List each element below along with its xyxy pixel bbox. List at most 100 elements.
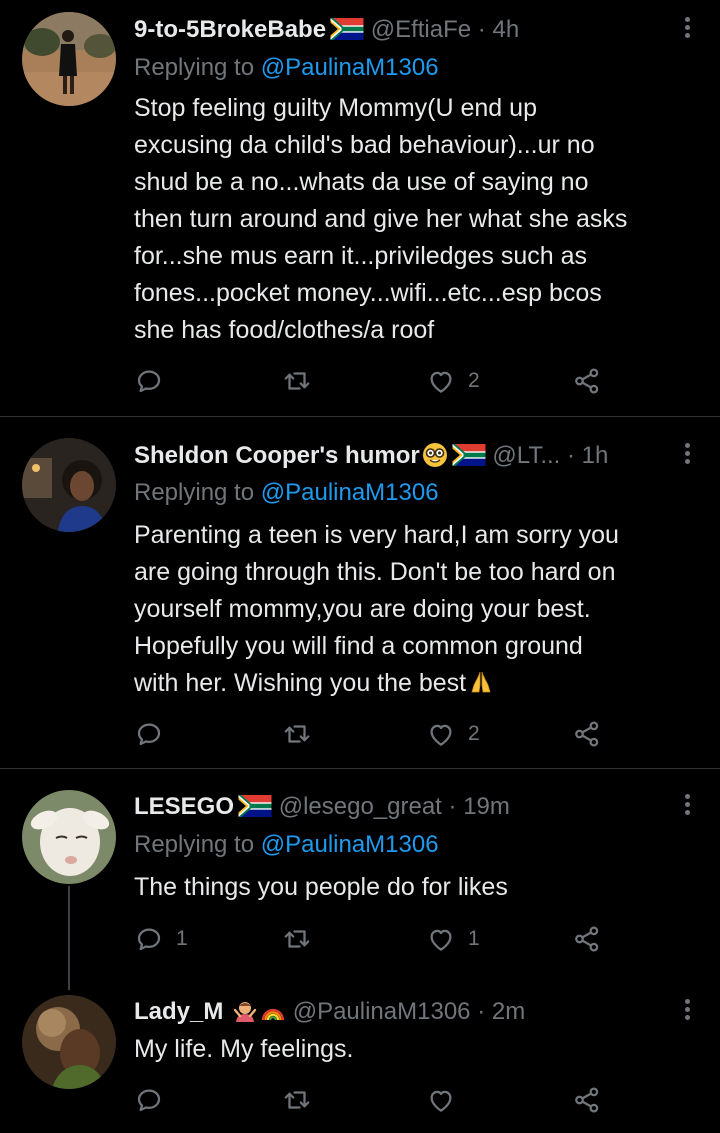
more-icon[interactable] (680, 996, 694, 1026)
display-name[interactable]: LESEGO (134, 793, 234, 820)
replying-to: Replying to @PaulinaM1306 (134, 50, 439, 86)
like-button[interactable]: 2 (426, 364, 480, 398)
display-name[interactable]: 9-to-5BrokeBabe (134, 16, 326, 43)
replying-label: Replying to (134, 831, 255, 858)
folded-hands-icon (468, 669, 494, 695)
display-name[interactable]: Lady_M (134, 998, 223, 1025)
retweet-button[interactable] (282, 717, 324, 751)
retweet-button[interactable] (282, 922, 324, 956)
like-count: 2 (468, 369, 480, 392)
rainbow-icon (260, 998, 286, 1024)
south-africa-flag-icon (330, 18, 364, 40)
like-icon (426, 719, 456, 749)
text-line: she has food/clothes/a roof (134, 316, 435, 344)
text-line: for...she mus earn it...priviledges such… (134, 242, 587, 270)
reply-button[interactable] (134, 364, 176, 398)
text-line: Hopefully you will find a common ground (134, 632, 583, 660)
action-bar: 2 (134, 364, 614, 398)
text-line: fones...pocket money...wifi...etc...esp … (134, 279, 602, 307)
handle[interactable]: @lesego_great (279, 793, 442, 820)
reply-button[interactable] (134, 717, 176, 751)
replying-to-link[interactable]: @PaulinaM1306 (261, 831, 439, 858)
share-icon (572, 1085, 602, 1115)
handle[interactable]: @PaulinaM1306 (293, 998, 471, 1025)
retweet-icon (282, 924, 312, 954)
avatar-image (22, 12, 116, 106)
timestamp[interactable]: 2m (492, 998, 525, 1025)
separator: · (567, 442, 575, 469)
avatar[interactable] (22, 790, 116, 884)
separator: · (477, 998, 486, 1025)
share-icon (572, 366, 602, 396)
share-button[interactable] (572, 717, 602, 751)
separator: · (477, 16, 486, 43)
like-icon (426, 1085, 456, 1115)
person-gesturing-icon (232, 998, 258, 1024)
timestamp[interactable]: 19m (463, 793, 510, 820)
tweet-text: Parenting a teen is very hard,I am sorry… (134, 517, 704, 702)
share-button[interactable] (572, 922, 602, 956)
reply-icon (134, 924, 164, 954)
reply-button[interactable] (134, 1083, 176, 1117)
avatar[interactable] (22, 12, 116, 106)
south-africa-flag-icon (238, 795, 272, 817)
replying-label: Replying to (134, 54, 255, 81)
more-icon[interactable] (680, 791, 694, 821)
south-africa-flag-icon (452, 444, 486, 466)
action-bar: 2 (134, 717, 614, 751)
share-button[interactable] (572, 1083, 602, 1117)
text-line: The things you people do for likes (134, 873, 508, 901)
retweet-icon (282, 366, 312, 396)
share-icon (572, 924, 602, 954)
separator: · (448, 793, 457, 820)
like-count: 2 (468, 722, 480, 745)
handle[interactable]: @EftiaFe (371, 16, 471, 43)
replying-label: Replying to (134, 479, 255, 506)
tweet-text: My life. My feelings. (134, 1031, 704, 1068)
text-line: with her. Wishing you the best (134, 669, 467, 697)
text-line: excusing da child's bad behaviour)...ur … (134, 131, 595, 159)
like-button[interactable]: 1 (426, 922, 480, 956)
retweet-button[interactable] (282, 364, 324, 398)
nerd-face-icon (422, 442, 448, 468)
retweet-icon (282, 1085, 312, 1115)
tweet-header: LESEGO @lesego_great · 19m (134, 789, 660, 825)
tweet-1[interactable]: 9-to-5BrokeBabe @EftiaFe · 4h Replying t… (0, 0, 720, 416)
replying-to: Replying to @PaulinaM1306 (134, 827, 439, 863)
retweet-button[interactable] (282, 1083, 324, 1117)
reply-icon (134, 1085, 164, 1115)
avatar-image (22, 438, 116, 532)
text-line-last: with her. Wishing you the best (134, 665, 704, 702)
avatar-image (22, 995, 116, 1089)
tweet-header: 9-to-5BrokeBabe @EftiaFe · 4h (134, 12, 660, 48)
replying-to-link[interactable]: @PaulinaM1306 (261, 479, 439, 506)
share-button[interactable] (572, 364, 602, 398)
action-bar: 1 1 (134, 922, 614, 956)
display-name[interactable]: Sheldon Cooper's humor (134, 442, 420, 469)
tweet-4[interactable]: Lady_M @PaulinaM1306 · 2m My life. My fe… (0, 985, 720, 1133)
reply-icon (134, 366, 164, 396)
tweet-3[interactable]: LESEGO @lesego_great · 19m Replying to @… (0, 769, 720, 985)
retweet-icon (282, 719, 312, 749)
avatar[interactable] (22, 995, 116, 1089)
more-icon[interactable] (680, 14, 694, 44)
text-line: shud be a no...whats da use of saying no (134, 168, 589, 196)
replying-to-link[interactable]: @PaulinaM1306 (261, 54, 439, 81)
tweet-2[interactable]: Sheldon Cooper's humor @LT... · 1h Reply… (0, 417, 720, 768)
timestamp[interactable]: 1h (582, 442, 609, 469)
more-icon[interactable] (680, 440, 694, 470)
tweet-text: The things you people do for likes (134, 869, 704, 906)
reply-count: 1 (176, 927, 188, 950)
handle[interactable]: @LT... (492, 442, 560, 469)
reply-button[interactable]: 1 (134, 922, 188, 956)
text-line: are going through this. Don't be too har… (134, 558, 616, 586)
like-icon (426, 366, 456, 396)
avatar[interactable] (22, 438, 116, 532)
tweet-header: Lady_M @PaulinaM1306 · 2m (134, 994, 660, 1030)
text-line: then turn around and give her what she a… (134, 205, 628, 233)
like-button[interactable] (426, 1083, 468, 1117)
timestamp[interactable]: 4h (492, 16, 519, 43)
text-line: Stop feeling guilty Mommy(U end up (134, 94, 537, 122)
like-button[interactable]: 2 (426, 717, 480, 751)
reply-icon (134, 719, 164, 749)
